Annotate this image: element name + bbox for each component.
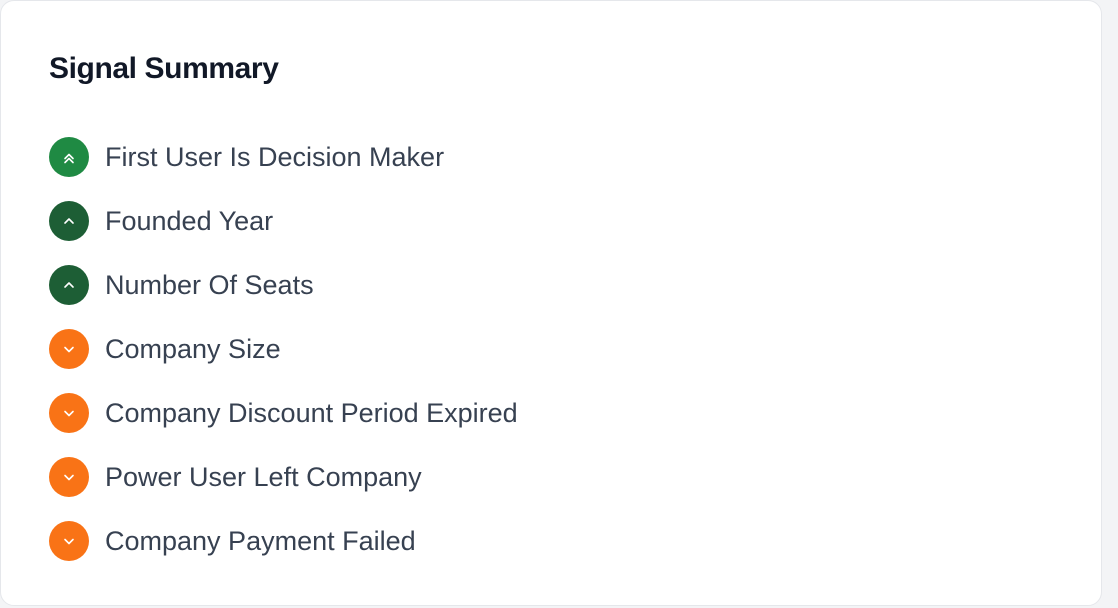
chevron-down-icon [64,538,74,545]
signal-label: Number Of Seats [105,270,314,300]
signal-badge [49,329,89,369]
chevron-down-icon [64,474,74,481]
card-title: Signal Summary [49,52,279,85]
signal-summary-card: Signal Summary First User Is Decision Ma… [0,0,1102,606]
signal-badge [49,265,89,305]
chevron-up-icon [64,282,74,288]
chevron-down-icon [64,346,74,353]
signal-item: Number Of Seats [49,265,518,305]
double-chevron-up-icon [64,153,74,164]
signal-badge [49,521,89,561]
signal-badge [49,457,89,497]
signal-item: Power User Left Company [49,457,518,497]
signal-label: Company Discount Period Expired [105,398,518,428]
signal-badge [49,201,89,241]
signal-item: Founded Year [49,201,518,241]
signal-list: First User Is Decision Maker Founded Yea… [49,137,518,561]
signal-item: Company Size [49,329,518,369]
signal-label: Company Payment Failed [105,526,416,556]
signal-label: Founded Year [105,206,274,236]
signal-label: Company Size [105,334,281,364]
signal-label: Power User Left Company [105,462,422,492]
signal-label: First User Is Decision Maker [105,142,445,172]
chevron-up-icon [64,218,74,224]
chevron-down-icon [64,410,74,417]
signal-badge [49,393,89,433]
signal-item: First User Is Decision Maker [49,137,518,177]
signal-badge [49,137,89,177]
signal-item: Company Discount Period Expired [49,393,518,433]
signal-item: Company Payment Failed [49,521,518,561]
